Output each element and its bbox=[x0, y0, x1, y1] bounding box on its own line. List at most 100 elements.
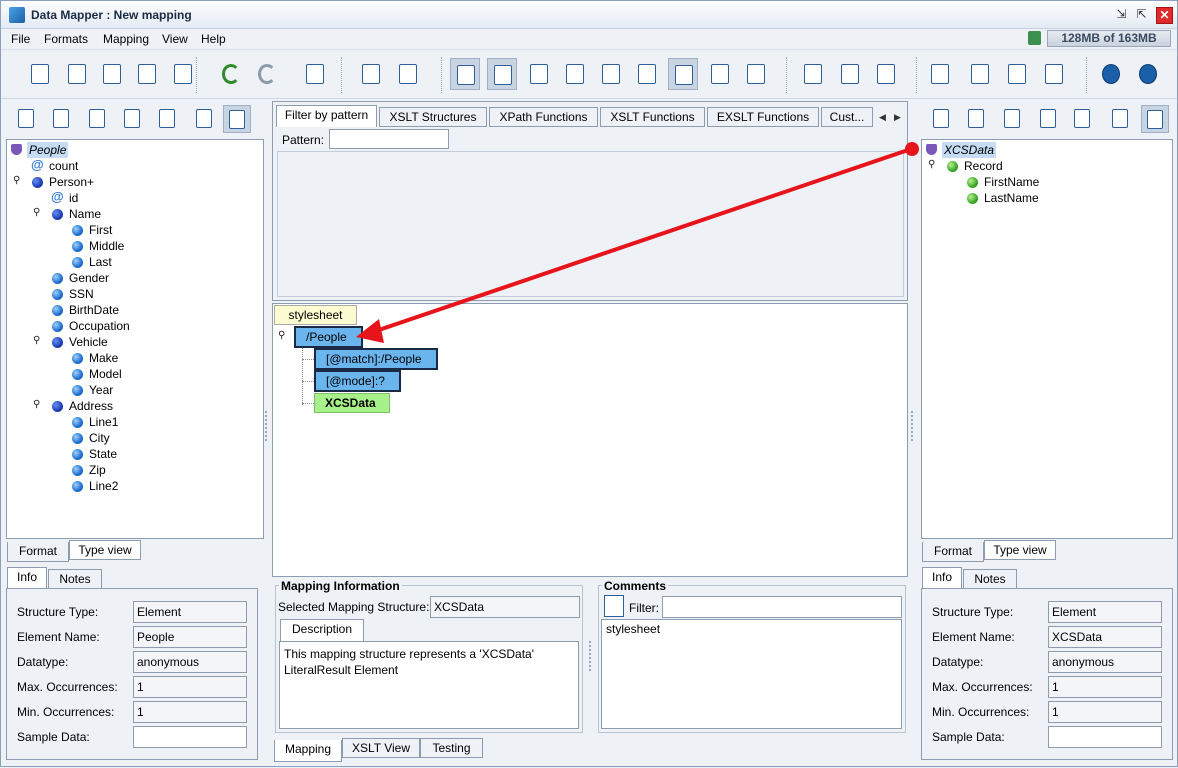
minimize-icon[interactable]: ⇲ bbox=[1113, 7, 1130, 24]
expand-toggle-icon[interactable]: ⚲ bbox=[13, 176, 22, 187]
xslt-code-icon[interactable] bbox=[560, 58, 590, 90]
import-icon[interactable] bbox=[965, 58, 995, 90]
maximize-icon[interactable]: ⇱ bbox=[1133, 7, 1150, 24]
tab-notes-right[interactable]: Notes bbox=[963, 569, 1017, 589]
tab-type-view[interactable]: Type view bbox=[69, 540, 141, 560]
add-mapping-icon[interactable] bbox=[13, 105, 41, 133]
notepad-icon-right[interactable] bbox=[999, 105, 1027, 133]
table-icon[interactable] bbox=[705, 58, 735, 90]
expand-toggle-icon[interactable]: ⚲ bbox=[278, 331, 287, 342]
tree-node[interactable]: Occupation bbox=[7, 318, 247, 334]
copy-icon[interactable] bbox=[835, 58, 865, 90]
tree-node[interactable]: Last bbox=[7, 254, 247, 270]
tree-node[interactable]: BirthDate bbox=[7, 302, 247, 318]
comments-filter-input[interactable] bbox=[662, 596, 902, 618]
tree-view-icon-right[interactable] bbox=[1141, 105, 1169, 133]
undo-icon[interactable] bbox=[216, 58, 246, 90]
save-icon[interactable] bbox=[97, 58, 127, 90]
map-node-stylesheet[interactable]: stylesheet bbox=[274, 305, 357, 325]
menu-file[interactable]: File bbox=[11, 32, 30, 46]
tab-format-right[interactable]: Format bbox=[922, 542, 984, 562]
tab-cust-[interactable]: Cust... bbox=[821, 107, 873, 127]
tree-node[interactable]: Middle bbox=[7, 238, 247, 254]
tree-node[interactable]: FirstName bbox=[922, 174, 1162, 190]
export-xls-icon[interactable] bbox=[168, 58, 198, 90]
tab-testing[interactable]: Testing bbox=[420, 738, 483, 758]
align-icon[interactable] bbox=[925, 58, 955, 90]
tree-node[interactable]: ⚲ Vehicle bbox=[7, 334, 247, 350]
notepad-icon[interactable] bbox=[84, 105, 112, 133]
new-mapping-icon[interactable] bbox=[25, 58, 55, 90]
list-view-icon[interactable] bbox=[524, 58, 554, 90]
save-as-icon[interactable] bbox=[132, 58, 162, 90]
paste-icon[interactable] bbox=[871, 58, 901, 90]
splitter-handle[interactable] bbox=[911, 411, 914, 441]
close-icon[interactable]: ✕ bbox=[1156, 7, 1173, 24]
map-node-mode[interactable]: [@mode]:? bbox=[314, 370, 401, 392]
tab-type-view-right[interactable]: Type view bbox=[984, 540, 1056, 560]
tree-node[interactable]: @ id bbox=[7, 189, 247, 206]
tree-node[interactable]: First bbox=[7, 222, 247, 238]
layers-icon[interactable] bbox=[1039, 58, 1069, 90]
help-icon[interactable] bbox=[1096, 58, 1126, 90]
tree-node[interactable]: Year bbox=[7, 382, 247, 398]
tree-node[interactable]: LastName bbox=[922, 190, 1162, 206]
search-icon-right[interactable] bbox=[1069, 105, 1097, 133]
info-view-icon[interactable] bbox=[450, 58, 480, 90]
find-replace-icon-right[interactable] bbox=[963, 105, 991, 133]
tab-mapping[interactable]: Mapping bbox=[274, 740, 342, 762]
edit-icon[interactable] bbox=[191, 105, 219, 133]
splitter-handle[interactable] bbox=[265, 411, 268, 441]
tab-exslt-functions[interactable]: EXSLT Functions bbox=[707, 107, 819, 127]
save-disk-icon[interactable] bbox=[596, 58, 626, 90]
add-mapping-icon-right[interactable] bbox=[928, 105, 956, 133]
tab-description[interactable]: Description bbox=[280, 619, 364, 641]
tree-view-icon[interactable] bbox=[223, 105, 251, 133]
exit-icon[interactable] bbox=[300, 58, 330, 90]
map-node-match[interactable]: [@match]:/People bbox=[314, 348, 438, 370]
list-icon[interactable] bbox=[119, 105, 147, 133]
tab-scroll-right-icon[interactable]: ▶ bbox=[889, 110, 906, 127]
cut-icon[interactable] bbox=[798, 58, 828, 90]
map-node-people[interactable]: /People bbox=[294, 326, 363, 348]
splitter-handle[interactable] bbox=[589, 641, 592, 671]
about-icon[interactable] bbox=[1133, 58, 1163, 90]
menu-formats[interactable]: Formats bbox=[44, 32, 88, 46]
search-icon[interactable] bbox=[154, 105, 182, 133]
sample-data-field[interactable] bbox=[1048, 726, 1162, 748]
add-structure-icon[interactable] bbox=[356, 58, 386, 90]
tab-notes[interactable]: Notes bbox=[48, 569, 102, 589]
edit-icon-right[interactable] bbox=[1107, 105, 1135, 133]
sample-data-field[interactable] bbox=[133, 726, 247, 748]
tree-node[interactable]: SSN bbox=[7, 286, 247, 302]
tree-node[interactable]: @ count bbox=[7, 157, 247, 174]
tab-xslt-view[interactable]: XSLT View bbox=[342, 738, 420, 758]
tree-node[interactable]: People bbox=[7, 142, 247, 158]
tab-format[interactable]: Format bbox=[7, 542, 69, 562]
memory-indicator[interactable]: 128MB of 163MB bbox=[1047, 30, 1171, 47]
menu-mapping[interactable]: Mapping bbox=[103, 32, 149, 46]
merge-icon[interactable] bbox=[1002, 58, 1032, 90]
tree-node[interactable]: Make bbox=[7, 350, 247, 366]
expand-toggle-icon[interactable]: ⚲ bbox=[928, 160, 937, 171]
tree-node[interactable]: Zip bbox=[7, 462, 247, 478]
pattern-input[interactable] bbox=[329, 129, 449, 149]
tab-xpath-functions[interactable]: XPath Functions bbox=[489, 107, 598, 127]
tab-xslt-functions[interactable]: XSLT Functions bbox=[600, 107, 705, 127]
tree-node[interactable]: Gender bbox=[7, 270, 247, 286]
tree-node[interactable]: ⚲ Name bbox=[7, 206, 247, 222]
expand-toggle-icon[interactable]: ⚲ bbox=[33, 336, 42, 347]
map-node-xcsdata[interactable]: XCSData bbox=[314, 393, 390, 413]
tab-info[interactable]: Info bbox=[7, 567, 47, 589]
tree-node[interactable]: Line2 bbox=[7, 478, 247, 494]
tree-node[interactable]: State bbox=[7, 446, 247, 462]
open-icon[interactable] bbox=[62, 58, 92, 90]
find-replace-icon[interactable] bbox=[48, 105, 76, 133]
comment-item[interactable]: stylesheet bbox=[606, 622, 897, 636]
expand-toggle-icon[interactable]: ⚲ bbox=[33, 208, 42, 219]
tab-filter-by-pattern[interactable]: Filter by pattern bbox=[276, 105, 377, 127]
tab-info-right[interactable]: Info bbox=[922, 567, 962, 589]
expand-toggle-icon[interactable]: ⚲ bbox=[33, 400, 42, 411]
garbage-collect-icon[interactable] bbox=[1028, 31, 1041, 45]
tree-node[interactable]: XCSData bbox=[922, 142, 1162, 158]
